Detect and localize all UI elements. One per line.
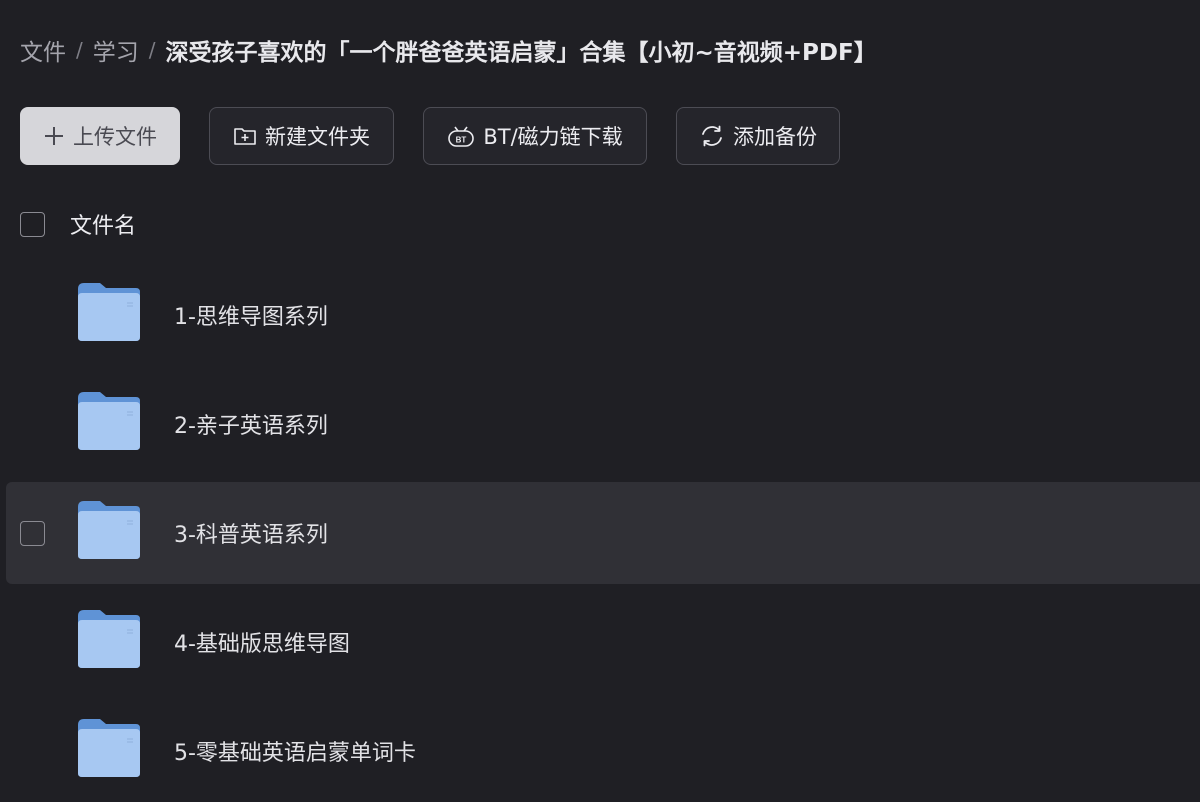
file-name[interactable]: 1-思维导图系列 (174, 299, 328, 331)
row-checkbox[interactable] (20, 520, 45, 546)
folder-icon (78, 501, 140, 559)
folder-icon (78, 610, 140, 668)
bt-magnet-icon: BT (447, 124, 475, 148)
upload-button-label: 上传文件 (73, 125, 157, 149)
new-folder-button[interactable]: 新建文件夹 (209, 107, 394, 165)
upload-button[interactable]: 上传文件 (20, 107, 180, 165)
list-item[interactable]: 1-思维导图系列 (6, 264, 1200, 366)
list-item[interactable]: 2-亲子英语系列 (6, 373, 1200, 475)
folder-icon (78, 283, 140, 341)
folder-icon (78, 719, 140, 777)
svg-text:BT: BT (456, 136, 467, 145)
bt-download-button-label: BT/磁力链下载 (483, 125, 623, 149)
list-item[interactable]: 4-基础版思维导图 (6, 591, 1200, 693)
list-header: 文件名 (20, 207, 136, 241)
file-name[interactable]: 2-亲子英语系列 (174, 408, 328, 440)
breadcrumb-item-study[interactable]: 学习 (93, 33, 139, 67)
sync-icon (699, 123, 725, 149)
breadcrumb: 文件 / 学习 / 深受孩子喜欢的「一个胖爸爸英语启蒙」合集【小初~音视频+PD… (20, 32, 877, 68)
file-name[interactable]: 5-零基础英语启蒙单词卡 (174, 735, 416, 767)
breadcrumb-separator: / (76, 38, 83, 62)
filename-column-header[interactable]: 文件名 (70, 208, 136, 240)
list-item[interactable]: 5-零基础英语启蒙单词卡 (6, 700, 1200, 802)
select-all-checkbox[interactable] (20, 211, 45, 237)
folder-icon (78, 392, 140, 450)
add-backup-button[interactable]: 添加备份 (676, 107, 840, 165)
folder-plus-icon (233, 125, 257, 147)
list-item[interactable]: 3-科普英语系列 (6, 482, 1200, 584)
breadcrumb-separator: / (148, 38, 156, 62)
breadcrumb-item-current: 深受孩子喜欢的「一个胖爸爸英语启蒙」合集【小初~音视频+PDF】 (165, 40, 877, 66)
new-folder-button-label: 新建文件夹 (265, 125, 370, 149)
file-name[interactable]: 3-科普英语系列 (174, 517, 328, 549)
breadcrumb-item-files[interactable]: 文件 (20, 33, 66, 67)
plus-icon (43, 125, 65, 147)
add-backup-button-label: 添加备份 (733, 125, 817, 149)
file-name[interactable]: 4-基础版思维导图 (174, 626, 350, 658)
bt-download-button[interactable]: BT BT/磁力链下载 (423, 107, 647, 165)
